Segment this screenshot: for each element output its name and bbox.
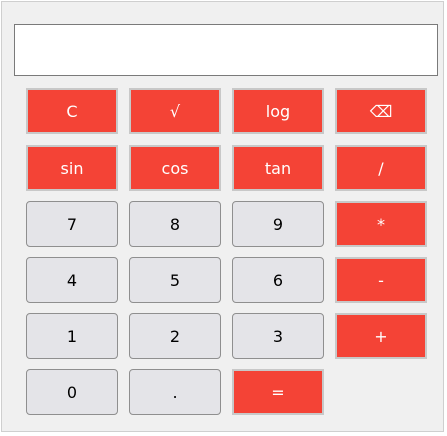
- log-button[interactable]: log: [232, 88, 324, 134]
- digit-7-button[interactable]: 7: [26, 201, 118, 247]
- sin-button[interactable]: sin: [26, 145, 118, 191]
- tan-button[interactable]: tan: [232, 145, 324, 191]
- digit-5-button[interactable]: 5: [129, 257, 221, 303]
- subtract-button[interactable]: -: [335, 257, 427, 303]
- digit-3-button[interactable]: 3: [232, 313, 324, 359]
- digit-2-button[interactable]: 2: [129, 313, 221, 359]
- divide-button[interactable]: /: [335, 145, 427, 191]
- add-button[interactable]: +: [335, 313, 427, 359]
- digit-9-button[interactable]: 9: [232, 201, 324, 247]
- sqrt-button[interactable]: √: [129, 88, 221, 134]
- display-field[interactable]: [14, 24, 438, 76]
- decimal-button[interactable]: .: [129, 369, 221, 415]
- digit-4-button[interactable]: 4: [26, 257, 118, 303]
- calculator-window: C √ log ⌫ sin cos tan / 7 8 9 * 4 5 6 - …: [1, 1, 444, 432]
- digit-1-button[interactable]: 1: [26, 313, 118, 359]
- equals-button[interactable]: =: [232, 369, 324, 415]
- digit-0-button[interactable]: 0: [26, 369, 118, 415]
- backspace-button[interactable]: ⌫: [335, 88, 427, 134]
- multiply-button[interactable]: *: [335, 201, 427, 247]
- digit-6-button[interactable]: 6: [232, 257, 324, 303]
- cos-button[interactable]: cos: [129, 145, 221, 191]
- digit-8-button[interactable]: 8: [129, 201, 221, 247]
- backspace-icon: ⌫: [369, 101, 393, 121]
- clear-button[interactable]: C: [26, 88, 118, 134]
